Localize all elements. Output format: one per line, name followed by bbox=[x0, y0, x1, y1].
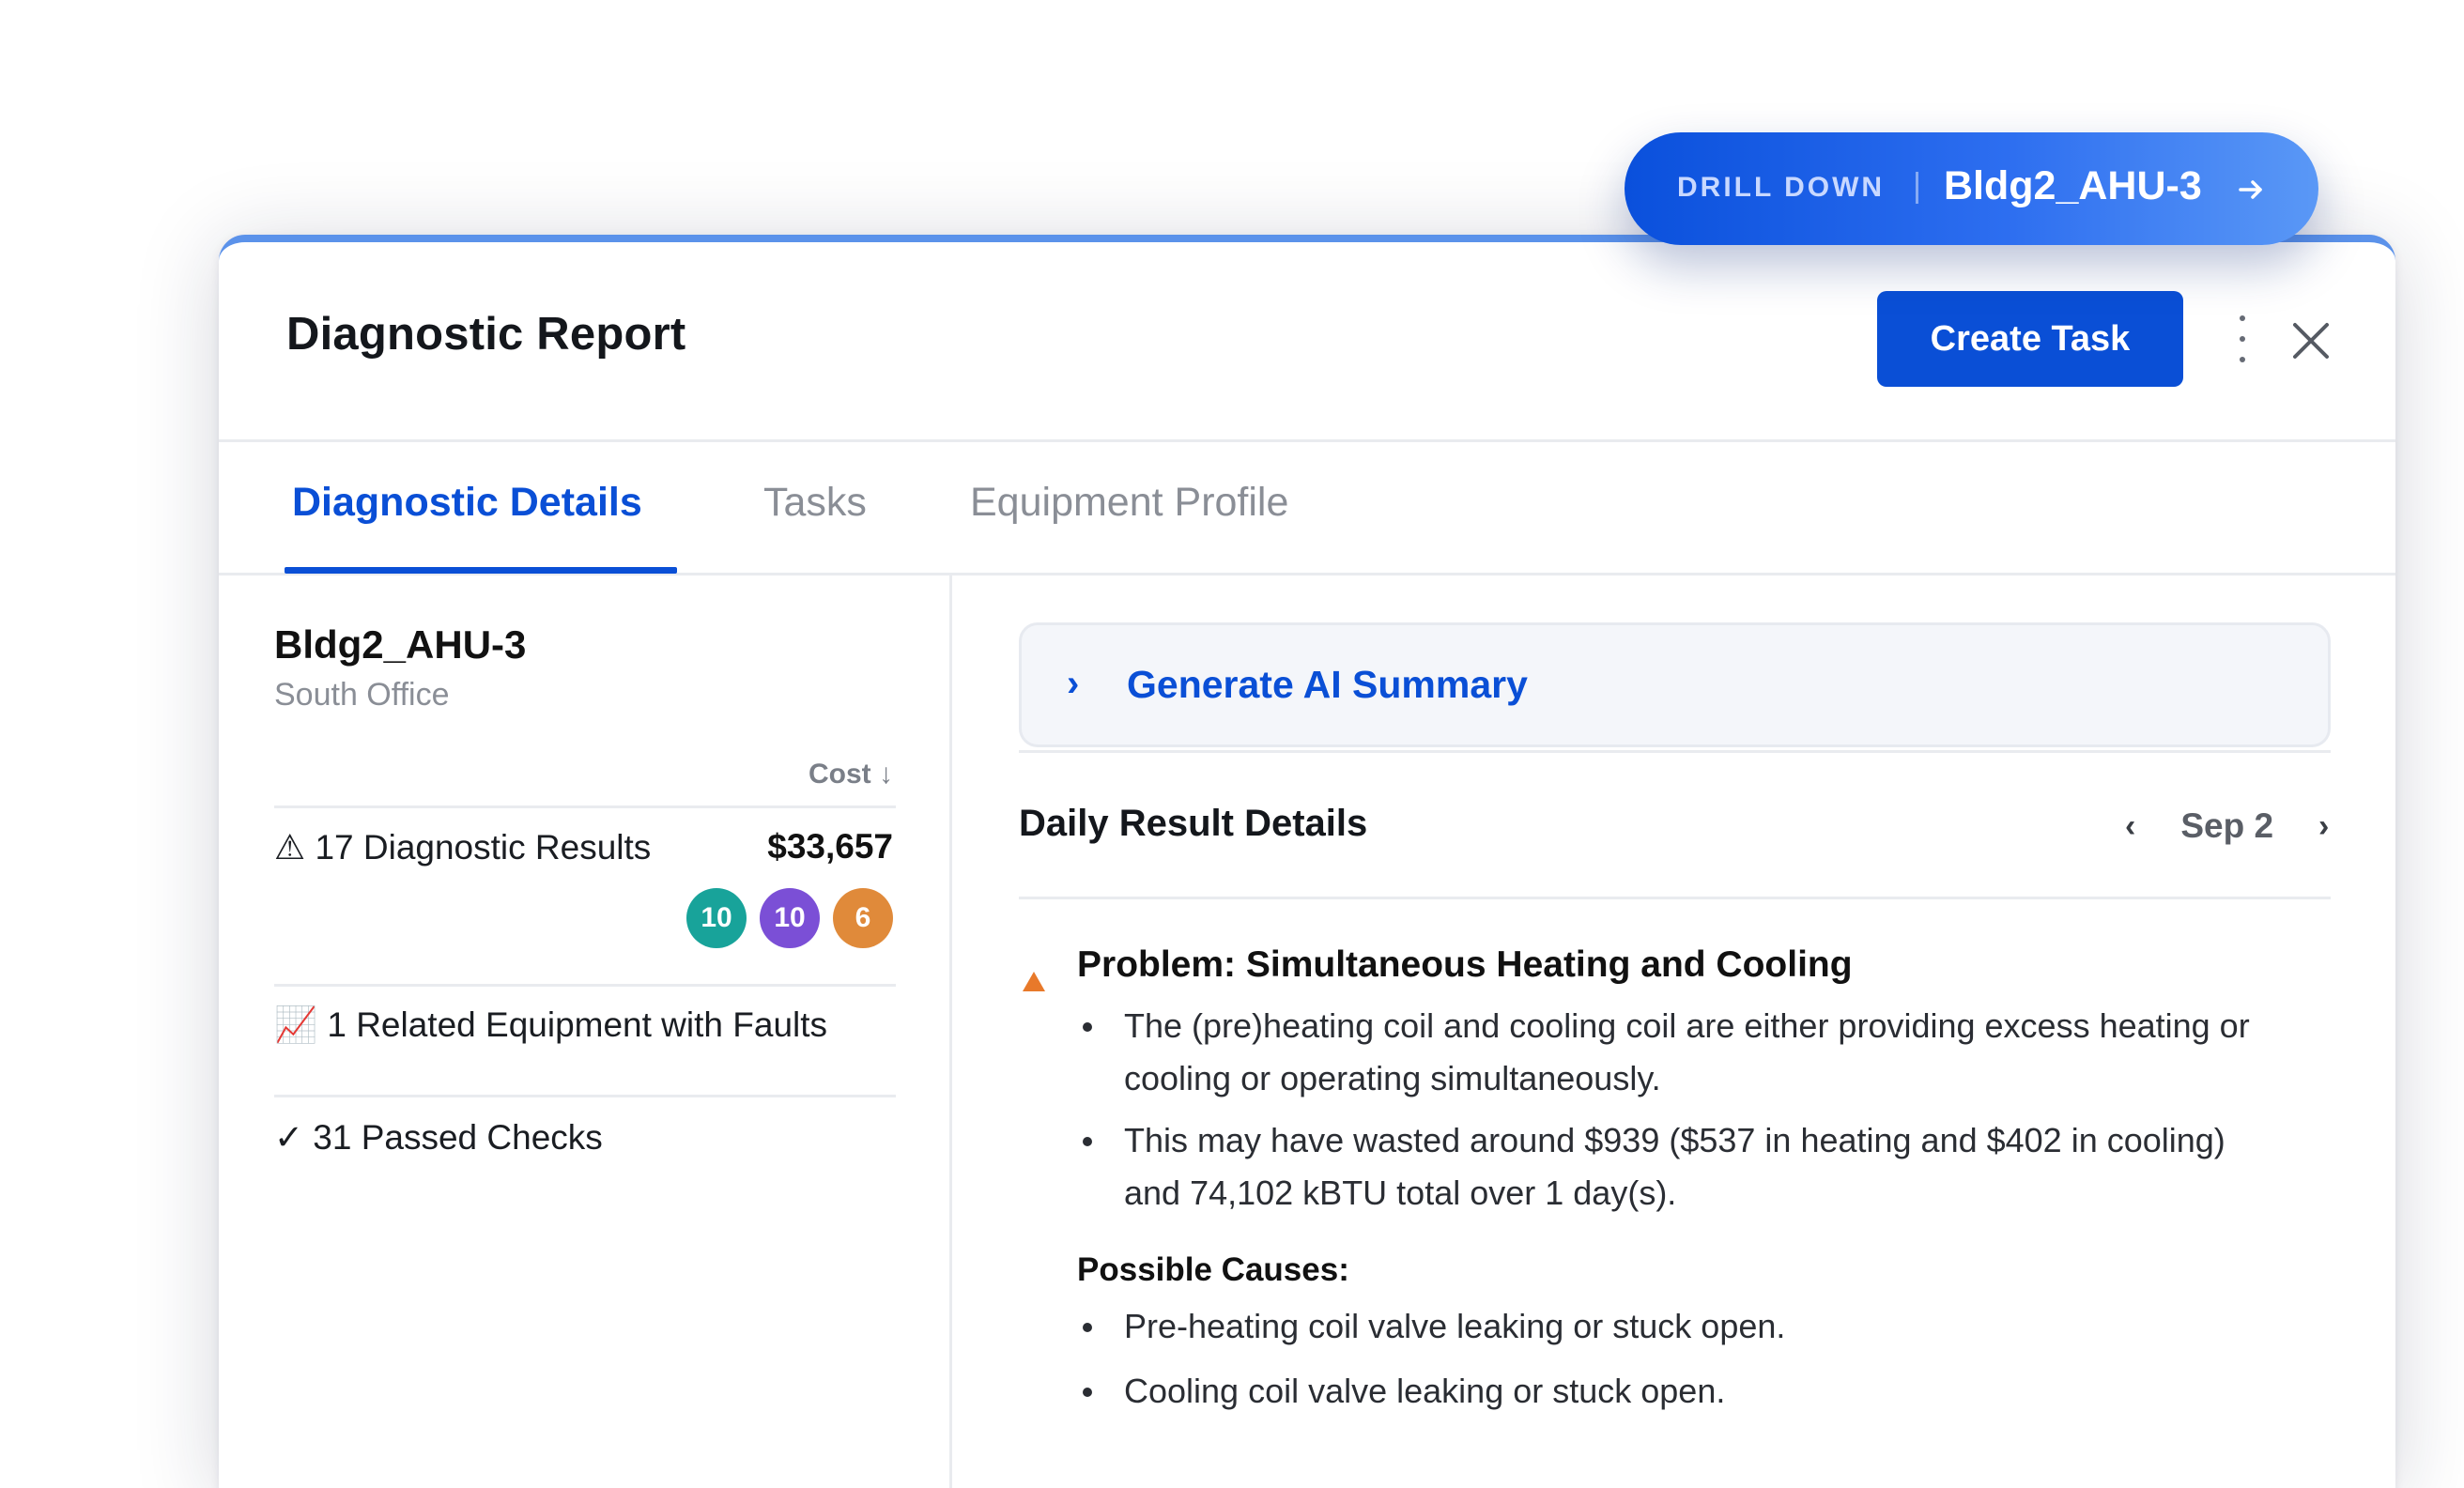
list-item: The (pre)heating coil and cooling coil a… bbox=[1077, 1000, 2260, 1105]
tab-diagnostic-details[interactable]: Diagnostic Details bbox=[292, 480, 642, 526]
chevron-right-icon: › bbox=[1067, 663, 1080, 704]
drill-down-equipment: Bldg2_AHU-3 bbox=[1944, 163, 2202, 208]
modal-header: Diagnostic Report Create Task bbox=[219, 242, 2395, 442]
severity-badge-high: 10 bbox=[686, 888, 747, 948]
severity-badges: 10 10 6 bbox=[686, 888, 893, 948]
equipment-location: South Office bbox=[274, 677, 450, 713]
diagnostic-results-count[interactable]: ⚠ 17 Diagnostic Results bbox=[274, 827, 651, 867]
drill-down-pill[interactable]: DRILL DOWN Bldg2_AHU-3 bbox=[1625, 132, 2318, 245]
create-task-button[interactable]: Create Task bbox=[1877, 291, 2183, 387]
ai-summary-toggle[interactable]: › Generate AI Summary bbox=[1019, 622, 2331, 747]
tab-tasks[interactable]: Tasks bbox=[763, 480, 867, 526]
divider bbox=[1019, 897, 2331, 899]
diagnostic-report-modal: Diagnostic Report Create Task Diagnostic… bbox=[219, 235, 2395, 1488]
app-stage: Diagnostic Report Create Task Diagnostic… bbox=[0, 0, 2464, 1488]
divider bbox=[274, 984, 896, 987]
equipment-summary-panel: Bldg2_AHU-3 South Office Cost ↓ ⚠ 17 Dia… bbox=[219, 575, 952, 1488]
possible-causes-list: Cooling coil valve leaking or stuck open… bbox=[1077, 1365, 2298, 1418]
drill-down-label: DRILL DOWN bbox=[1677, 172, 1886, 203]
tab-equipment-profile[interactable]: Equipment Profile bbox=[970, 480, 1288, 526]
list-item: Cooling coil valve leaking or stuck open… bbox=[1077, 1365, 2298, 1418]
prev-day-button[interactable]: ‹ bbox=[2125, 808, 2135, 845]
problem-details-list: This may have wasted around $939 ($537 i… bbox=[1077, 1114, 2260, 1220]
ai-summary-label: Generate AI Summary bbox=[1127, 663, 1528, 706]
active-tab-indicator bbox=[285, 567, 677, 574]
equipment-name: Bldg2_AHU-3 bbox=[274, 622, 527, 667]
possible-causes-list: Pre-heating coil valve leaking or stuck … bbox=[1077, 1300, 2298, 1353]
divider bbox=[274, 1095, 896, 1097]
severity-badge-low: 6 bbox=[833, 888, 893, 948]
next-day-button[interactable]: › bbox=[2318, 808, 2329, 845]
problem-details-list: The (pre)heating coil and cooling coil a… bbox=[1077, 1000, 2260, 1105]
close-icon[interactable] bbox=[2289, 319, 2333, 362]
total-cost: $33,657 bbox=[767, 827, 893, 866]
list-item: Pre-heating coil valve leaking or stuck … bbox=[1077, 1300, 2298, 1353]
divider bbox=[1019, 750, 2331, 753]
divider bbox=[274, 805, 896, 808]
date-navigator: ‹ Sep 2 › bbox=[2125, 803, 2329, 850]
cost-sort-toggle[interactable]: Cost ↓ bbox=[808, 759, 893, 790]
possible-causes-title: Possible Causes: bbox=[1077, 1251, 1349, 1288]
page-title: Diagnostic Report bbox=[286, 309, 686, 360]
problem-title: Problem: Simultaneous Heating and Coolin… bbox=[1077, 944, 1853, 985]
related-equipment-faults[interactable]: 📈 1 Related Equipment with Faults bbox=[274, 1005, 827, 1046]
daily-result-title: Daily Result Details bbox=[1019, 803, 1368, 844]
list-item: This may have wasted around $939 ($537 i… bbox=[1077, 1114, 2260, 1220]
arrow-right-icon bbox=[2239, 180, 2262, 199]
pill-separator bbox=[1916, 172, 1918, 204]
passed-checks[interactable]: ✓ 31 Passed Checks bbox=[274, 1117, 603, 1158]
warning-triangle-icon bbox=[1023, 972, 1045, 991]
tab-bar: Diagnostic Details Tasks Equipment Profi… bbox=[219, 442, 2395, 575]
severity-badge-medium: 10 bbox=[760, 888, 820, 948]
current-date: Sep 2 bbox=[2180, 806, 2274, 845]
more-options-icon[interactable] bbox=[2228, 315, 2256, 362]
